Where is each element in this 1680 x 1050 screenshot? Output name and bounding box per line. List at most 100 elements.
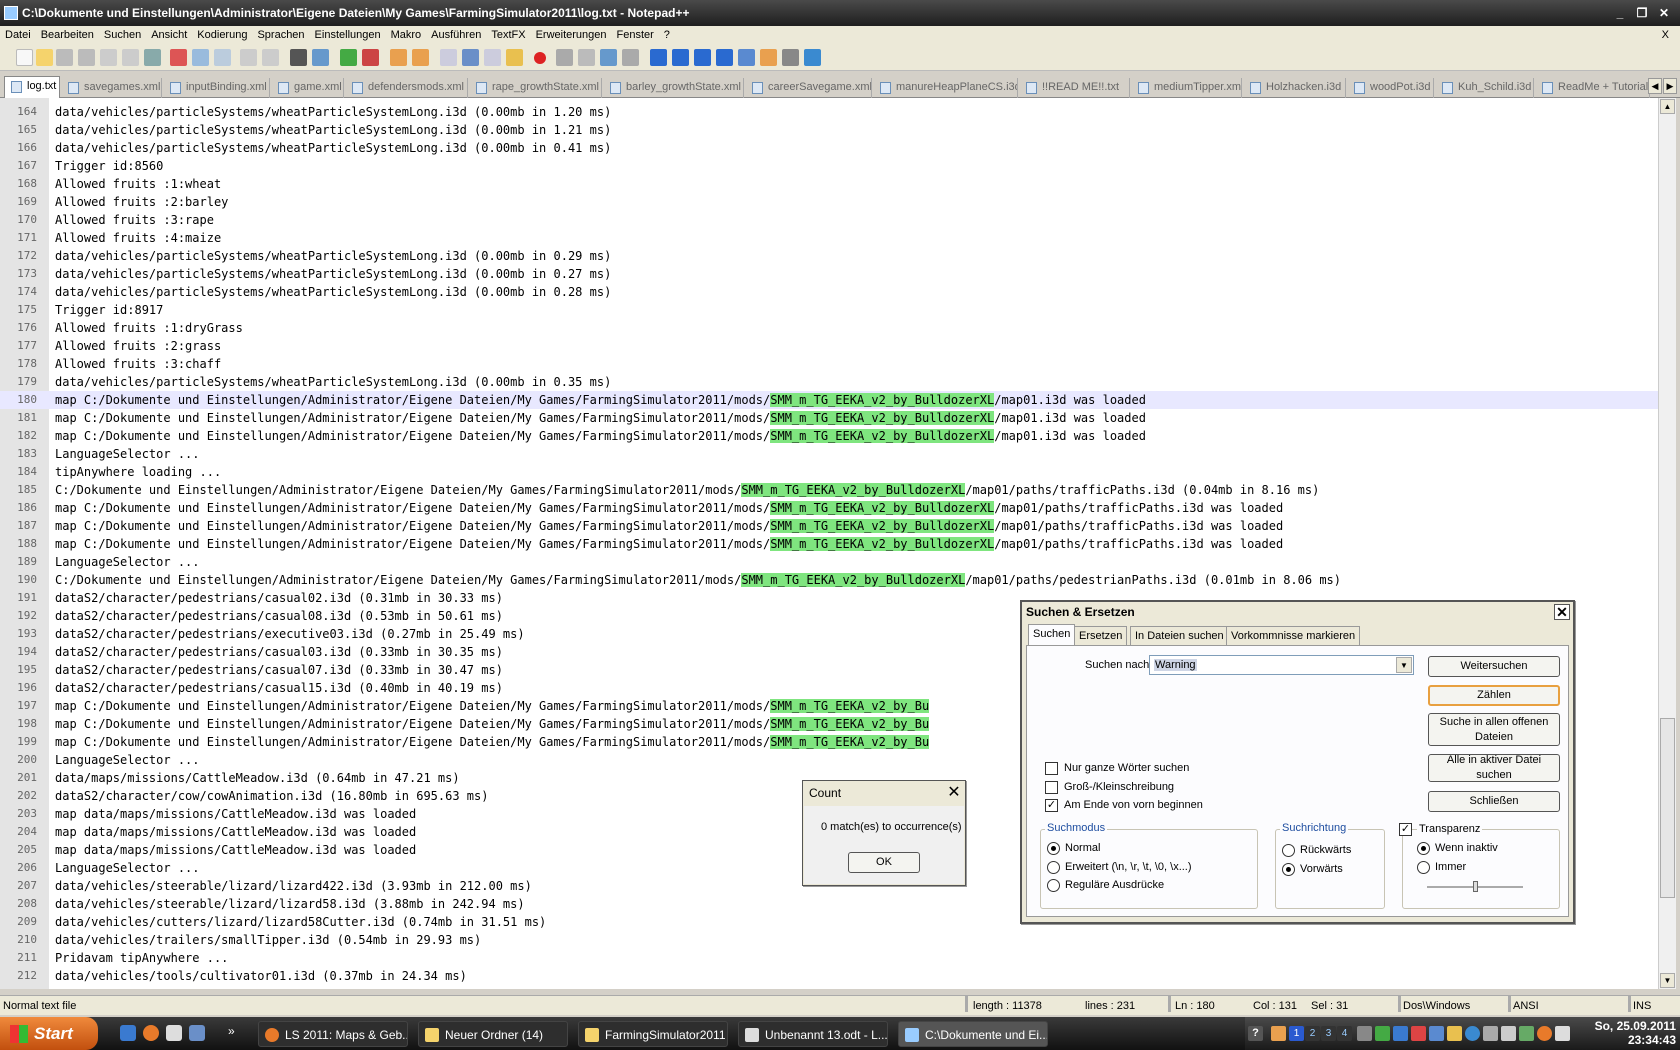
editor-line[interactable]: 177 Allowed fruits :2:grass (0, 337, 1658, 355)
editor-line[interactable]: 180 map C:/Dokumente und Einstellungen/Ad… (0, 391, 1658, 409)
copy-icon[interactable] (192, 49, 209, 66)
zoom-out-icon[interactable] (362, 49, 379, 66)
clock[interactable]: So, 25.09.2011 23:34:43 (1595, 1019, 1676, 1047)
direction-down-radio[interactable] (1282, 863, 1295, 876)
editor-line[interactable]: 212 data/vehicles/tools/cultivator01.i3d … (0, 967, 1658, 985)
editor-line[interactable]: 210 data/vehicles/trailers/smallTipper.i3… (0, 931, 1658, 949)
menu-help[interactable]: ? (659, 26, 675, 45)
close-document-button[interactable]: X (1657, 26, 1674, 45)
desktop-3-icon[interactable]: 3 (1321, 1026, 1336, 1041)
menu-datei[interactable]: Datei (0, 26, 36, 45)
cut-icon[interactable] (170, 49, 187, 66)
find-next-button[interactable]: Weitersuchen (1428, 656, 1560, 677)
editor-line[interactable]: 185 C:/Dokumente und Einstellungen/Admini… (0, 481, 1658, 499)
tab-in-dateien-suchen[interactable]: In Dateien suchen (1130, 626, 1229, 645)
tab-inputbinding-xml[interactable]: inputBinding.xml (164, 78, 270, 98)
tab-woodpot-i3d[interactable]: woodPot.i3d (1348, 78, 1434, 98)
record-macro-icon[interactable] (534, 52, 546, 64)
close-all-icon[interactable] (122, 49, 139, 66)
explorer-plugin-icon[interactable] (782, 49, 799, 66)
tab-manureheapplanecs-i3d[interactable]: manureHeapPlaneCS.i3d (874, 78, 1018, 98)
stop-macro-icon[interactable] (556, 49, 573, 66)
whole-word-checkbox[interactable] (1045, 762, 1058, 775)
task-firefox[interactable]: LS 2011: Maps & Geb... (258, 1021, 408, 1047)
new-file-icon[interactable] (16, 49, 33, 66)
search-input[interactable]: Warning (1154, 659, 1197, 671)
start-button[interactable]: Start (0, 1017, 98, 1050)
find-icon[interactable] (290, 49, 307, 66)
close-file-icon[interactable] (100, 49, 117, 66)
chevron-down-icon[interactable]: ▼ (1396, 657, 1412, 673)
save-all-icon[interactable] (78, 49, 95, 66)
scrollbar-thumb[interactable] (1660, 718, 1675, 898)
update-tray-icon[interactable] (1411, 1026, 1426, 1041)
editor-line[interactable]: 211 Pridavam tipAnywhere ... (0, 949, 1658, 967)
find-all-current-file-button[interactable]: Alle in aktiver Datei suchen (1428, 754, 1560, 782)
tab-holzhacken-i3d[interactable]: Holzhacken.i3d (1244, 78, 1346, 98)
menu-textfx[interactable]: TextFX (486, 26, 530, 45)
play-macro-icon[interactable] (578, 49, 595, 66)
volume-tray-icon[interactable] (1555, 1026, 1570, 1041)
show-all-chars-icon[interactable] (462, 49, 479, 66)
count-button[interactable]: Zählen (1428, 685, 1560, 706)
tab-log-txt[interactable]: log.txt (4, 76, 60, 99)
document-quicklaunch-icon[interactable] (166, 1025, 182, 1041)
network-tray-icon[interactable] (1375, 1026, 1390, 1041)
mode-extended-radio[interactable] (1047, 861, 1060, 874)
mode-normal-radio[interactable] (1047, 842, 1060, 855)
editor-line[interactable]: 170 Allowed fruits :3:rape (0, 211, 1658, 229)
ie-quicklaunch-icon[interactable] (120, 1025, 136, 1041)
menu-einstellungen[interactable]: Einstellungen (310, 26, 386, 45)
settings-tray-icon[interactable] (1357, 1026, 1372, 1041)
tab-game-xml[interactable]: game.xml (272, 78, 344, 98)
task-folder-neuer-ordner[interactable]: Neuer Ordner (14) (418, 1021, 568, 1047)
transparency-always-radio[interactable] (1417, 861, 1430, 874)
task-notepadpp[interactable]: C:\Dokumente und Ei... (898, 1021, 1048, 1047)
zoom-in-icon[interactable] (340, 49, 357, 66)
task-openoffice-writer[interactable]: Unbenannt 13.odt - L... (738, 1021, 888, 1047)
scroll-up-icon[interactable]: ▲ (1660, 99, 1675, 114)
tab-mediumtipper-xml[interactable]: mediumTipper.xml (1132, 78, 1242, 98)
editor-line[interactable]: 184 tipAnywhere loading ... (0, 463, 1658, 481)
mode-regex-radio[interactable] (1047, 879, 1060, 892)
scroll-down-icon[interactable]: ▼ (1660, 973, 1675, 988)
close-find-dialog-button[interactable]: Schließen (1428, 791, 1560, 812)
move-bottom-icon[interactable] (716, 49, 733, 66)
display-tray-icon[interactable] (1429, 1026, 1444, 1041)
tab-scroll-right-icon[interactable]: ▶ (1663, 78, 1677, 94)
document-map-icon[interactable] (506, 49, 523, 66)
menu-fenster[interactable]: Fenster (612, 26, 659, 45)
security-tray-icon[interactable] (1393, 1026, 1408, 1041)
tab-defendersmods-xml[interactable]: defendersmods.xml (346, 78, 468, 98)
move-top-icon[interactable] (650, 49, 667, 66)
direction-up-radio[interactable] (1282, 844, 1295, 857)
mail-tray-icon[interactable] (1483, 1026, 1498, 1041)
indent-guide-icon[interactable] (484, 49, 501, 66)
run-macro-multiple-icon[interactable] (600, 49, 617, 66)
editor-line[interactable]: 171 Allowed fruits :4:maize (0, 229, 1658, 247)
move-down-icon[interactable] (694, 49, 711, 66)
sync-vertical-icon[interactable] (390, 49, 407, 66)
tab-ersetzen[interactable]: Ersetzen (1074, 626, 1128, 645)
plugin-icon[interactable] (738, 49, 755, 66)
editor-line[interactable]: 176 Allowed fruits :1:dryGrass (0, 319, 1658, 337)
print-icon[interactable] (144, 49, 161, 66)
antivirus-tray-icon[interactable] (1519, 1026, 1534, 1041)
editor-line[interactable]: 179 data/vehicles/particleSystems/wheatPa… (0, 373, 1658, 391)
editor-line[interactable]: 182 map C:/Dokumente und Einstellungen/Ad… (0, 427, 1658, 445)
editor-line[interactable]: 190 C:/Dokumente und Einstellungen/Admini… (0, 571, 1658, 589)
folder-plugin-icon[interactable] (760, 49, 777, 66)
firefox-quicklaunch-icon[interactable] (143, 1025, 159, 1041)
tab-kuh-schild-i3d[interactable]: Kuh_Schild.i3d (1436, 78, 1534, 98)
editor-line[interactable]: 187 map C:/Dokumente und Einstellungen/Ad… (0, 517, 1658, 535)
menu-suchen[interactable]: Suchen (99, 26, 146, 45)
menu-erweiterungen[interactable]: Erweiterungen (531, 26, 612, 45)
redo-icon[interactable] (262, 49, 279, 66)
replace-icon[interactable] (312, 49, 329, 66)
editor-line[interactable]: 181 map C:/Dokumente und Einstellungen/Ad… (0, 409, 1658, 427)
match-case-checkbox[interactable] (1045, 781, 1058, 794)
menu-kodierung[interactable]: Kodierung (192, 26, 252, 45)
editor-line[interactable]: 175 Trigger id:8917 (0, 301, 1658, 319)
show-desktop-icon[interactable] (189, 1025, 205, 1041)
wrap-around-checkbox[interactable]: ✓ (1045, 799, 1058, 812)
